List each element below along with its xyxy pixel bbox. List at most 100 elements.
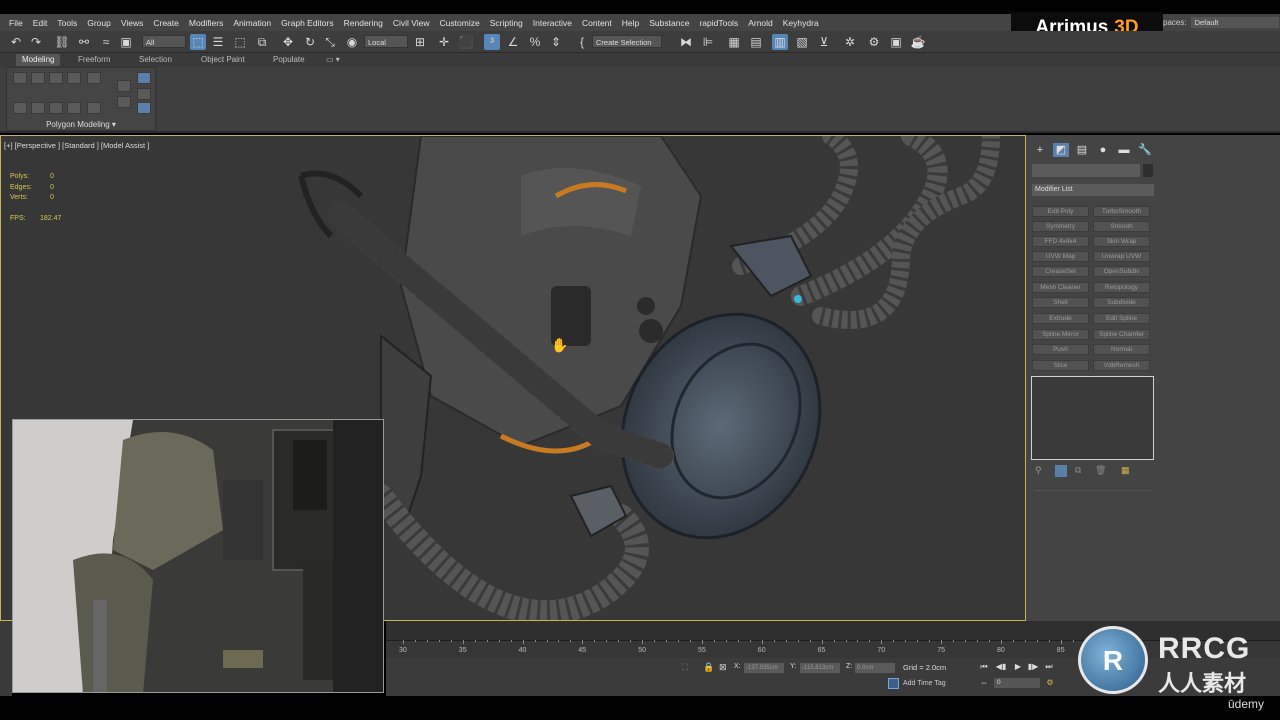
play-icon[interactable]: ▶	[1011, 661, 1025, 673]
x-coord-field[interactable]: -137.935cm	[744, 663, 784, 673]
modifier-list-dropdown[interactable]: Modifier List	[1032, 184, 1154, 196]
stack-toggle-button[interactable]	[137, 72, 151, 84]
modifier-button-normal[interactable]: Normal	[1093, 344, 1150, 355]
keyboard-shortcut-icon[interactable]: ⬛	[458, 34, 474, 50]
add-time-tag[interactable]: Add Time Tag	[888, 678, 946, 689]
undo-icon[interactable]: ↶	[8, 34, 24, 50]
menu-item-views[interactable]: Views	[116, 18, 149, 28]
edge-subobj-button[interactable]	[31, 72, 45, 84]
border-subobj-button[interactable]	[49, 72, 63, 84]
unlink-icon[interactable]: ⚯	[76, 34, 92, 50]
modifier-button-subdivide[interactable]: Subdivide	[1093, 297, 1150, 308]
time-config-icon[interactable]: ⚙	[1043, 677, 1057, 689]
collapse-button[interactable]	[87, 102, 101, 114]
named-selection-dropdown[interactable]: Create Selection Se	[592, 35, 662, 60]
angle-snap-icon[interactable]: ∠	[505, 34, 521, 50]
polygon-subobj-button[interactable]	[67, 72, 81, 84]
menu-item-interactive[interactable]: Interactive	[528, 18, 577, 28]
motion-tab-icon[interactable]: ●	[1095, 143, 1111, 157]
chamfer-button[interactable]	[67, 102, 81, 114]
modifier-button-symmetry[interactable]: Symmetry	[1032, 221, 1089, 232]
modify-tab-icon[interactable]: ◩	[1053, 143, 1069, 157]
hierarchy-tab-icon[interactable]: ▤	[1074, 143, 1090, 157]
tab-modeling[interactable]: Modeling	[16, 54, 61, 66]
menu-item-rapidtools[interactable]: rapidTools	[694, 18, 743, 28]
go-to-start-icon[interactable]: ⏮	[977, 661, 991, 673]
display-tab-icon[interactable]: ▬	[1116, 143, 1132, 157]
menu-item-rendering[interactable]: Rendering	[339, 18, 388, 28]
menu-item-group[interactable]: Group	[82, 18, 116, 28]
menu-item-keyhydra[interactable]: Keyhydra	[778, 18, 824, 28]
pin-stack-icon[interactable]: ⚲	[1035, 465, 1042, 476]
polygon-modeling-label[interactable]: Polygon Modeling ▾	[6, 120, 156, 129]
modifier-button-edit-spline[interactable]: Edit Spline	[1093, 313, 1150, 324]
previous-frame-icon[interactable]: ◀▮	[994, 661, 1008, 673]
rect-selection-icon[interactable]: ⬚	[232, 34, 248, 50]
swift-loop-button[interactable]	[13, 102, 27, 114]
modifier-button-push[interactable]: Push	[1032, 344, 1089, 355]
rotate-icon[interactable]: ↻	[302, 34, 318, 50]
menu-item-customize[interactable]: Customize	[435, 18, 485, 28]
go-to-end-icon[interactable]: ⏭	[1042, 661, 1056, 673]
workspace-dropdown[interactable]: Default	[1190, 17, 1279, 28]
render-frame-icon[interactable]: ▣	[118, 34, 134, 50]
menu-item-content[interactable]: Content	[577, 18, 617, 28]
show-end-result-icon[interactable]	[1055, 465, 1067, 477]
vertex-subobj-button[interactable]	[13, 72, 27, 84]
curve-editor-icon[interactable]: ▧	[794, 34, 810, 50]
modifier-button-turbosmooth[interactable]: TurboSmooth	[1093, 206, 1150, 217]
snaps-toggle-icon[interactable]: ³	[484, 34, 500, 50]
remove-modifier-icon[interactable]: 🗑	[1095, 465, 1106, 476]
menu-item-animation[interactable]: Animation	[228, 18, 276, 28]
modifier-button-shell[interactable]: Shell	[1032, 297, 1089, 308]
placement-icon[interactable]: ◉	[344, 34, 360, 50]
selection-filter-dropdown[interactable]: All	[142, 35, 186, 48]
tab-populate[interactable]: Populate	[267, 54, 311, 66]
next-frame-icon[interactable]: ▮▶	[1026, 661, 1040, 673]
menu-item-scripting[interactable]: Scripting	[485, 18, 528, 28]
window-crossing-icon[interactable]: ⧉	[254, 34, 270, 50]
tab-selection[interactable]: Selection	[133, 54, 178, 66]
select-object-icon[interactable]: ⬚	[190, 34, 206, 50]
reference-coord-dropdown[interactable]: Local	[364, 35, 408, 48]
menu-item-help[interactable]: Help	[617, 18, 644, 28]
menu-item-arnold[interactable]: Arnold	[743, 18, 778, 28]
select-manipulate-icon[interactable]: ✛	[436, 34, 452, 50]
move-icon[interactable]: ✥	[280, 34, 296, 50]
modifier-button-smooth[interactable]: Smooth	[1093, 221, 1150, 232]
create-tab-icon[interactable]: +	[1032, 143, 1048, 157]
menu-item-graph-editors[interactable]: Graph Editors	[276, 18, 338, 28]
material-editor-icon[interactable]: ✲	[842, 34, 858, 50]
scale-icon[interactable]: ⤡	[322, 34, 338, 50]
element-subobj-button[interactable]	[87, 72, 101, 84]
menu-item-modifiers[interactable]: Modifiers	[184, 18, 228, 28]
absolute-mode-icon[interactable]: ⊠	[719, 662, 727, 673]
extrude-button[interactable]	[49, 102, 63, 114]
cut-button[interactable]	[31, 102, 45, 114]
mirror-icon[interactable]: ⧓	[678, 34, 694, 50]
rendered-frame-icon[interactable]: ▣	[888, 34, 904, 50]
edit-named-sets-icon[interactable]: {	[574, 34, 590, 50]
object-color-swatch[interactable]	[1143, 164, 1153, 177]
modifier-button-skin-wrap[interactable]: Skin Wrap	[1093, 236, 1150, 247]
tab-object-paint[interactable]: Object Paint	[195, 54, 251, 66]
modifier-stack[interactable]	[1031, 376, 1154, 460]
modifier-button-opensubdiv[interactable]: OpenSubdiv	[1093, 266, 1150, 277]
menu-item-tools[interactable]: Tools	[52, 18, 82, 28]
y-coord-field[interactable]: -115.813cm	[800, 663, 840, 673]
menu-item-file[interactable]: File	[4, 18, 28, 28]
ribbon-options-icon[interactable]: ▭ ▾	[320, 54, 346, 66]
make-unique-icon[interactable]: ⧉	[1075, 465, 1081, 476]
modify-mode-button[interactable]	[117, 80, 131, 92]
render-setup-icon[interactable]: ⚙	[866, 34, 882, 50]
ribbon-toggle-icon[interactable]: ▥	[772, 34, 788, 50]
isolate-icon[interactable]: ⛶	[682, 662, 688, 673]
menu-item-substance[interactable]: Substance	[644, 18, 694, 28]
viewport-label[interactable]: [+] [Perspective ] [Standard ] [Model As…	[4, 141, 149, 150]
scene-explorer-icon[interactable]: ▦	[726, 34, 742, 50]
z-coord-field[interactable]: 0.0cm	[855, 663, 895, 673]
configure-modifier-sets-icon[interactable]: ▦	[1121, 465, 1130, 476]
preserve-uv-button[interactable]	[117, 96, 131, 108]
align-icon[interactable]: ⊫	[700, 34, 716, 50]
lock-selection-icon[interactable]: 🔒	[703, 662, 714, 673]
